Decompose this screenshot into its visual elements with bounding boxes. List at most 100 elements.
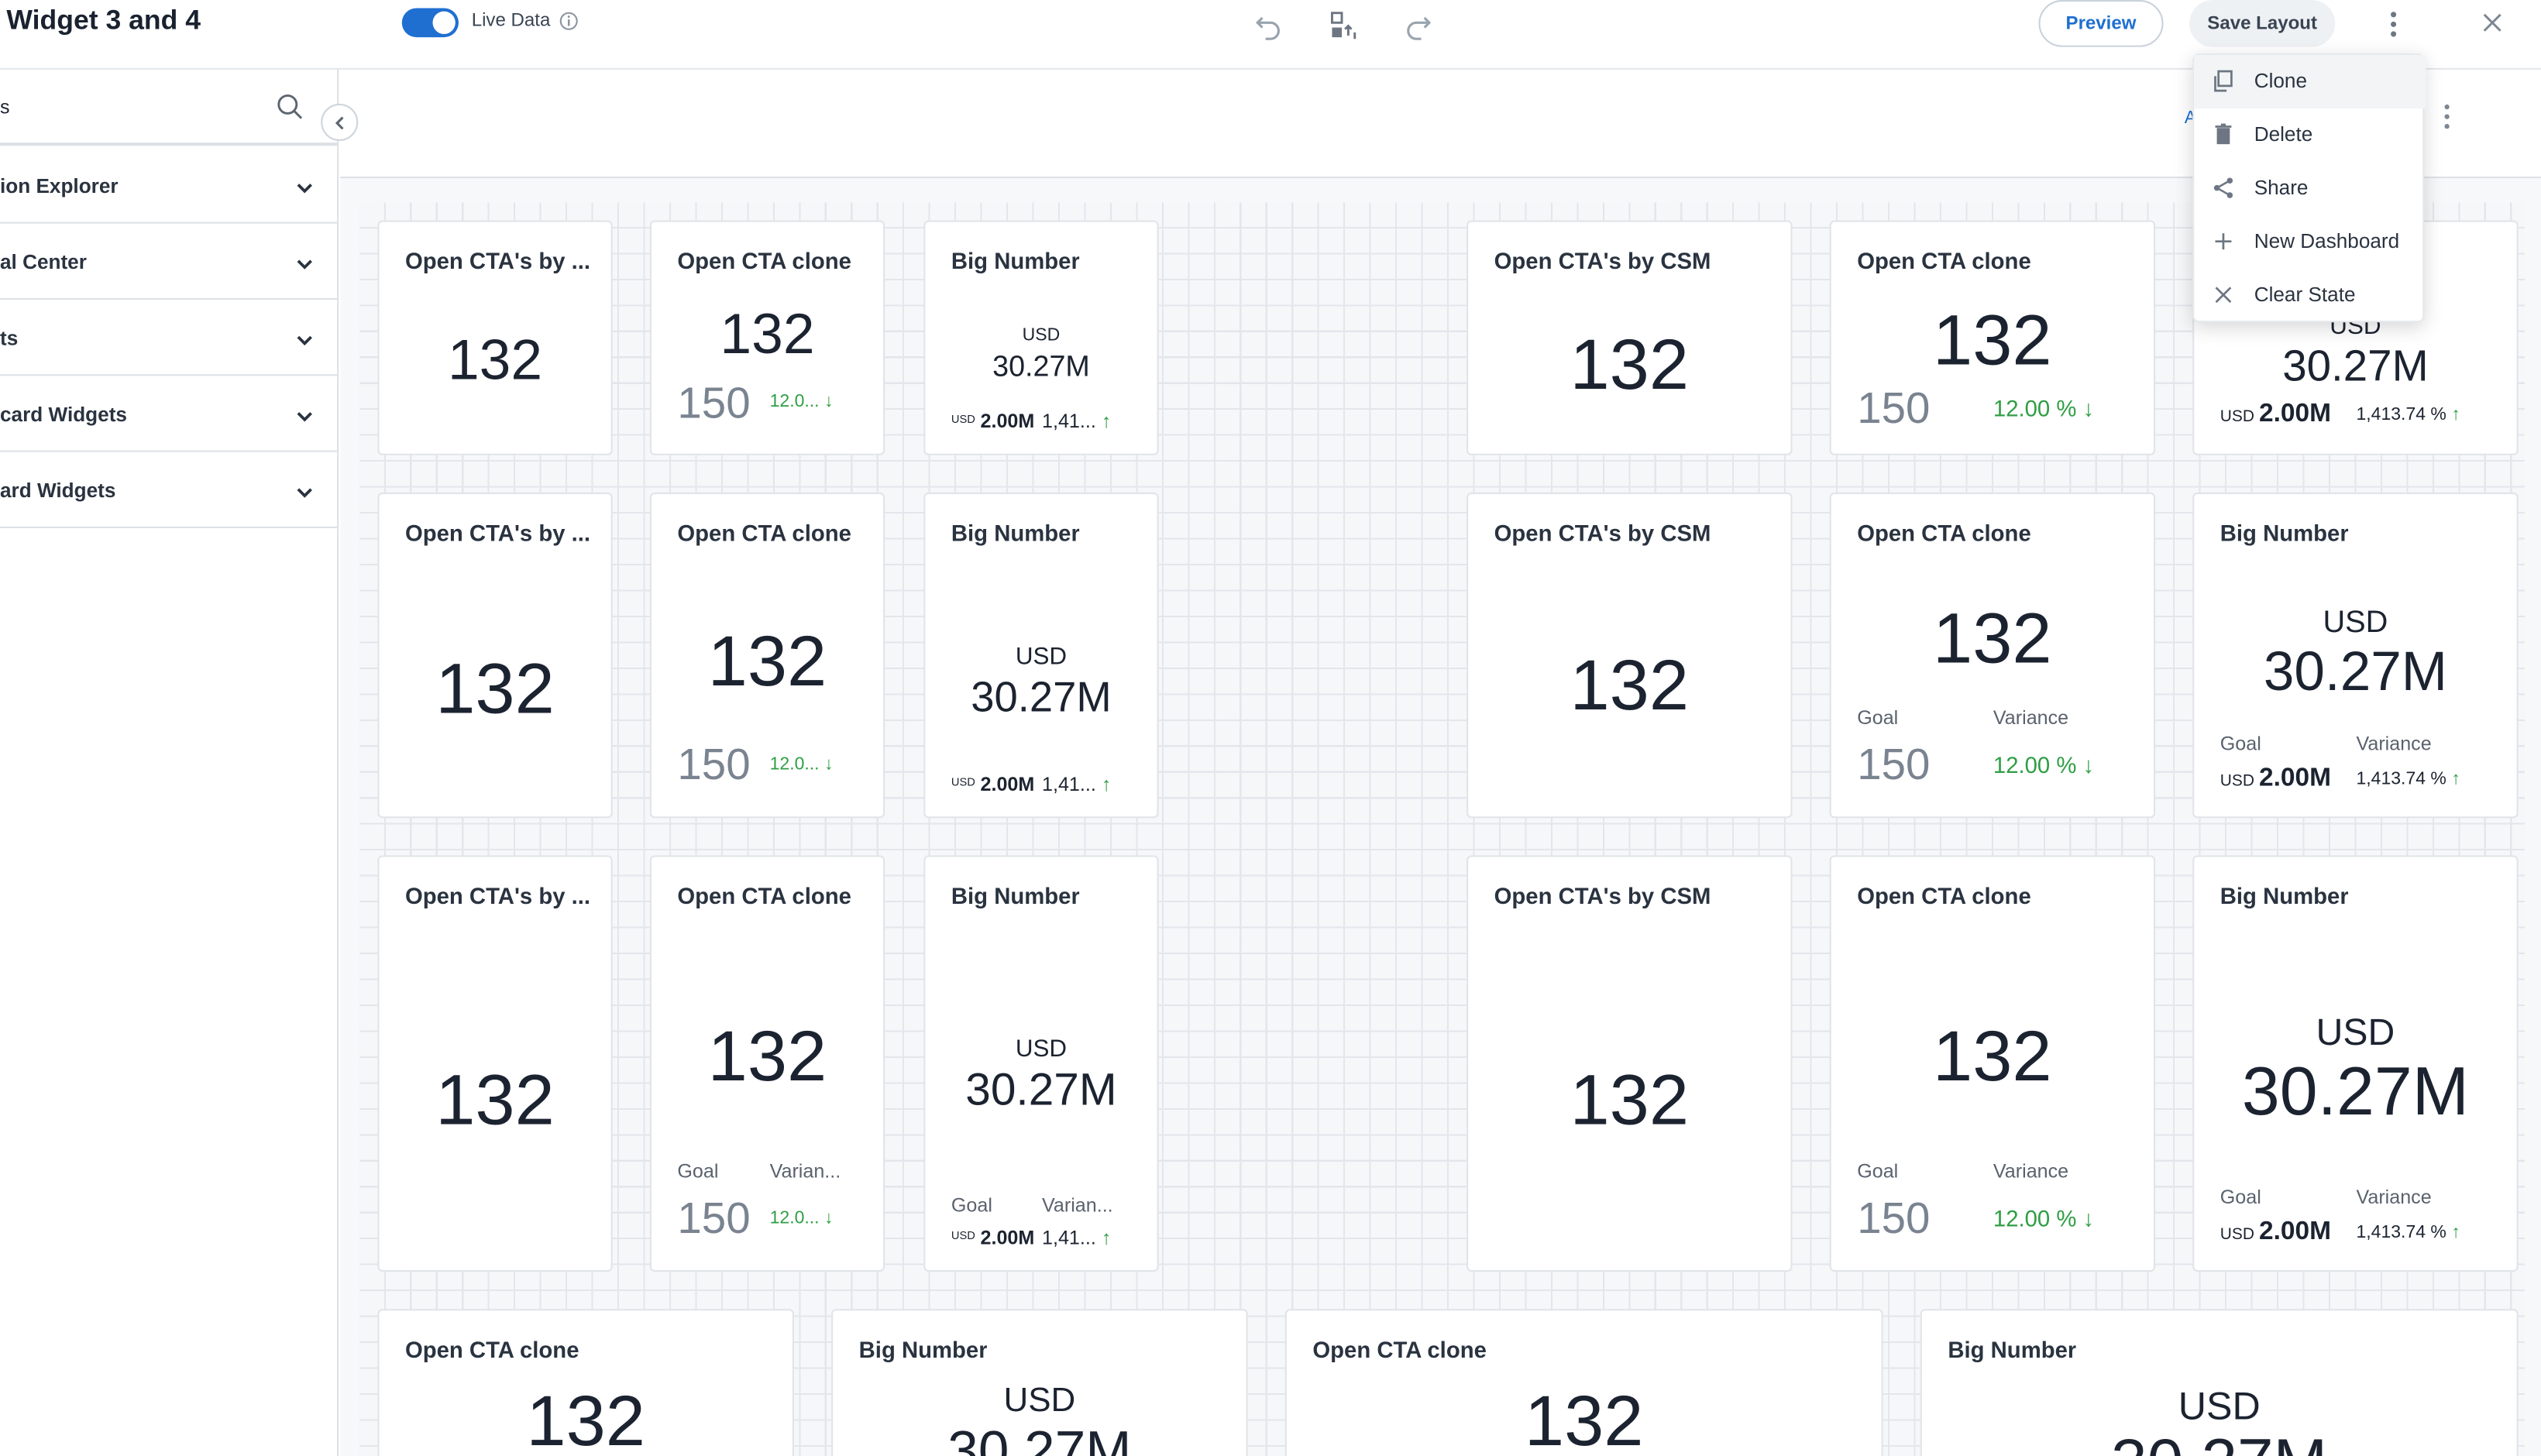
- goal-value: 2.00M: [2258, 400, 2331, 428]
- goal-label: Goal: [2220, 1186, 2261, 1209]
- menu-item-clear-state[interactable]: Clear State: [2194, 269, 2426, 322]
- widget-card[interactable]: Open CTA clone 132 150 12.00 % ↓: [1829, 220, 2156, 455]
- layout-swap-icon[interactable]: [1329, 10, 1361, 43]
- sidebar-item-label: al Center: [0, 251, 87, 274]
- widget-card[interactable]: Open CTA's by CSM 132: [1466, 855, 1793, 1272]
- close-icon[interactable]: [2479, 10, 2505, 36]
- sidebar-item-ard-widgets[interactable]: ard Widgets: [0, 452, 339, 528]
- variance-text: 1,413.74 %: [2356, 404, 2446, 425]
- widget-card[interactable]: Big Number USD 30.27M: [831, 1309, 1248, 1456]
- sidebar-item-ts[interactable]: ts: [0, 300, 339, 376]
- widget-card[interactable]: Open CTA clone 132 Goal Variance 150 12.…: [1829, 492, 2156, 819]
- variance-value: 12.00 % ↓: [1993, 1205, 2094, 1231]
- search-icon[interactable]: [276, 92, 305, 122]
- info-icon[interactable]: [559, 12, 579, 31]
- currency-label: USD: [2178, 1385, 2261, 1429]
- widget-card[interactable]: Big Number USD 30.27M: [1920, 1309, 2519, 1456]
- menu-item-label: Share: [2254, 177, 2309, 200]
- widget-title: Open CTA clone: [1857, 883, 2031, 909]
- redo-icon[interactable]: [1401, 10, 1434, 43]
- sidebar-item-card-widgets[interactable]: card Widgets: [0, 376, 339, 452]
- arrow-up-icon: ↑: [1101, 410, 1112, 433]
- chevron-left-icon: [335, 116, 344, 130]
- widget-card[interactable]: Big Number USD 30.27M USD 2.00M 1,41... …: [923, 220, 1159, 455]
- toggle-knob: [432, 11, 456, 34]
- widget-card[interactable]: Open CTA's by ... 132: [377, 492, 613, 819]
- widget-title: Big Number: [951, 883, 1080, 909]
- save-layout-button[interactable]: Save Layout: [2189, 0, 2336, 47]
- menu-item-delete[interactable]: Delete: [2194, 108, 2426, 162]
- variance-label: Variance: [2356, 1186, 2432, 1209]
- variance-value: 1,41... ↑: [1042, 1226, 1111, 1248]
- menu-item-label: New Dashboard: [2254, 230, 2400, 253]
- search-input[interactable]: s: [0, 95, 10, 118]
- widget-card[interactable]: Big Number USD 30.27M USD 2.00M 1,41... …: [923, 492, 1159, 819]
- widget-card[interactable]: Open CTA's by ... 132: [377, 855, 613, 1272]
- dashboard-editor: Widget 3 and 4 Live Data Preview Save La…: [0, 0, 2541, 1456]
- goal-label: Goal: [677, 1159, 719, 1183]
- more-options-icon[interactable]: [2382, 8, 2405, 40]
- widget-card[interactable]: Open CTA clone 132 150 12.0... ↓: [649, 220, 885, 455]
- widget-card[interactable]: Open CTA's by ... 132: [377, 220, 613, 455]
- arrow-down-icon: ↓: [824, 1208, 834, 1228]
- variance-value: 1,413.74 % ↑: [2356, 1223, 2460, 1242]
- chevron-down-icon: [297, 259, 312, 270]
- currency-label: USD: [1003, 1382, 1076, 1420]
- live-data-label: Live Data: [471, 11, 551, 31]
- arrow-down-icon: ↓: [2082, 751, 2095, 778]
- widget-card[interactable]: Open CTA clone 132: [1284, 1309, 1883, 1456]
- widget-card[interactable]: Open CTA's by CSM 132: [1466, 220, 1793, 455]
- live-data-toggle[interactable]: [401, 8, 459, 38]
- widget-value: 132: [1524, 1382, 1644, 1456]
- undo-icon[interactable]: [1253, 10, 1285, 43]
- widget-card[interactable]: Big Number USD 30.27M Goal Varian... USD…: [923, 855, 1159, 1272]
- sidebar-item-label: ts: [0, 327, 19, 350]
- widget-card[interactable]: Open CTA's by CSM 132: [1466, 492, 1793, 819]
- widget-card[interactable]: Open CTA clone 132 Goal Varian... 150 12…: [649, 855, 885, 1272]
- variance-value: 1,41... ↑: [1042, 773, 1111, 795]
- sidebar-search[interactable]: s: [0, 70, 339, 146]
- variance-value: 12.00 % ↓: [1993, 752, 2094, 778]
- widget-value: 132: [435, 1061, 555, 1141]
- goal-value: 150: [677, 379, 751, 428]
- widget-card[interactable]: Big Number USD 30.27M Goal Variance USD …: [2192, 855, 2519, 1272]
- widget-card[interactable]: Big Number USD 30.27M Goal Variance USD …: [2192, 492, 2519, 819]
- widget-title: Open CTA's by ...: [404, 883, 591, 909]
- widget-card[interactable]: Open CTA clone 132 Goal Variance 150 12.…: [1829, 855, 2156, 1272]
- widget-title: Open CTA clone: [1857, 520, 2031, 546]
- widget-title: Open CTA's by ...: [404, 520, 591, 546]
- menu-item-label: Delete: [2254, 122, 2313, 146]
- menu-item-new-dashboard[interactable]: New Dashboard: [2194, 215, 2426, 269]
- more-options-icon[interactable]: [2439, 102, 2455, 132]
- sidebar-item-explorer[interactable]: ion Explorer: [0, 147, 339, 224]
- goal-value: 2.00M: [2258, 764, 2331, 792]
- widget-card[interactable]: Open CTA clone 132: [377, 1309, 794, 1456]
- variance-text: 12.00 %: [1993, 395, 2077, 421]
- goal-value: 2.00M: [980, 410, 1035, 433]
- variance-label: Variance: [1993, 1159, 2069, 1183]
- widget-card[interactable]: Open CTA clone 132 150 12.0... ↓: [649, 492, 885, 819]
- widget-value: 132: [1570, 325, 1690, 405]
- goal-value: 2.00M: [980, 1226, 1035, 1249]
- variance-text: 1,413.74 %: [2356, 769, 2446, 789]
- goal-value: 150: [677, 1193, 751, 1243]
- goal-value: 2.00M: [2258, 1218, 2331, 1246]
- options-menu: Clone Delete Share New Dashboard Clear S…: [2192, 53, 2426, 323]
- menu-item-share[interactable]: Share: [2194, 162, 2426, 215]
- sidebar-item-label: ard Widgets: [0, 479, 116, 503]
- widget-title: Open CTA's by CSM: [1494, 520, 1711, 546]
- goal-currency: USD: [951, 778, 975, 789]
- menu-item-clone[interactable]: Clone: [2194, 55, 2426, 109]
- variance-value: 12.0... ↓: [770, 1208, 834, 1228]
- widget-value: 132: [435, 649, 555, 730]
- collapse-sidebar-button[interactable]: [321, 103, 359, 141]
- widget-title: Open CTA clone: [404, 1336, 579, 1363]
- sidebar-item-center[interactable]: al Center: [0, 224, 339, 300]
- goal-value: 150: [1857, 1193, 1931, 1243]
- widget-value: 132: [1570, 646, 1690, 726]
- preview-button[interactable]: Preview: [2038, 0, 2164, 47]
- arrow-up-icon: ↑: [2451, 769, 2460, 789]
- chevron-down-icon: [297, 412, 312, 422]
- widget-title: Big Number: [951, 248, 1080, 274]
- widget-title: Open CTA's by ...: [404, 248, 591, 274]
